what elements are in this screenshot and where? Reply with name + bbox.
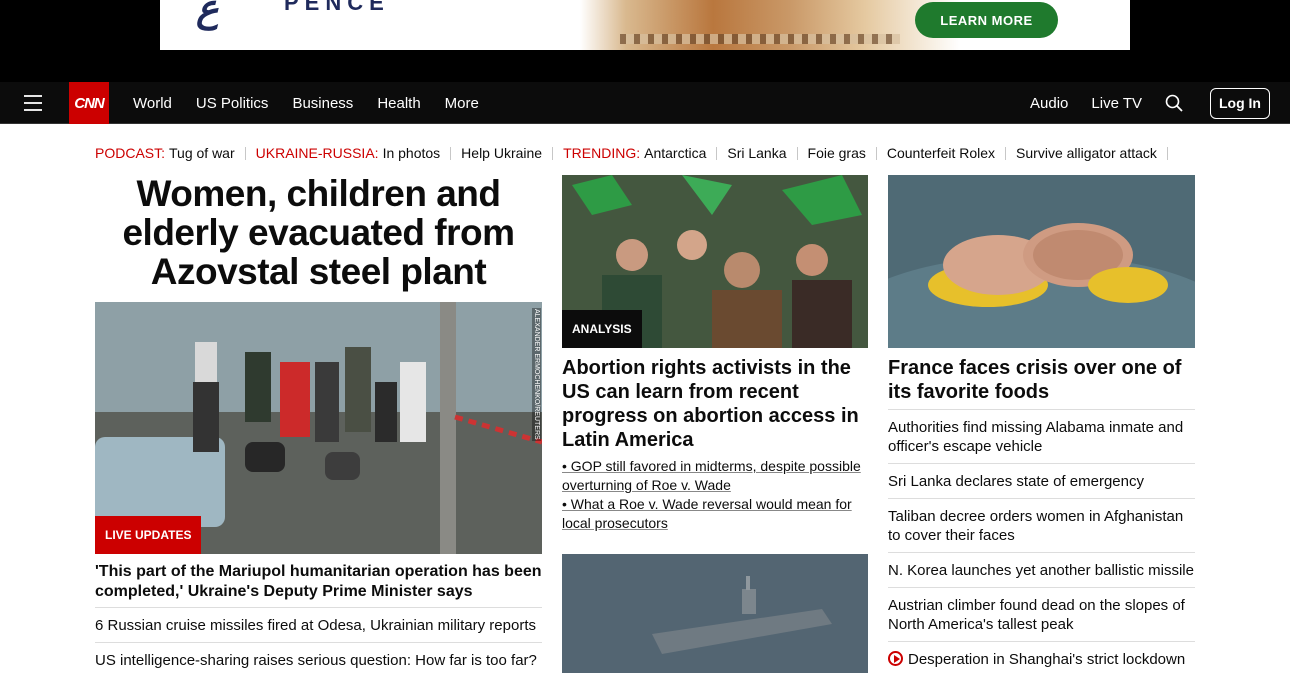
play-icon	[888, 651, 903, 666]
ad-learn-more-button[interactable]: LEARN MORE	[915, 2, 1058, 38]
ad-photo	[580, 0, 960, 50]
trend-label: PODCAST:	[95, 145, 166, 161]
nav-right: Audio Live TV Log In	[1030, 82, 1270, 124]
cnn-logo[interactable]: CNN	[69, 82, 109, 124]
trend-text[interactable]: Foie gras	[808, 145, 866, 161]
list-item[interactable]: Sri Lanka declares state of emergency	[888, 463, 1195, 498]
nav-links: World US Politics Business Health More	[133, 82, 503, 124]
trend-text[interactable]: Help Ukraine	[461, 145, 542, 161]
ad-logo-text: PENCE	[284, 0, 390, 15]
search-icon[interactable]	[1165, 94, 1183, 112]
carrier-photo	[562, 554, 868, 673]
nav-link-us-politics[interactable]: US Politics	[196, 95, 269, 112]
trend-text[interactable]: Counterfeit Rolex	[887, 145, 995, 161]
divider	[796, 146, 798, 160]
headlines-list: Authorities find missing Alabama inmate …	[888, 409, 1195, 673]
list-item[interactable]: 6 Russian cruise missiles fired at Odesa…	[95, 607, 542, 642]
image-credit: ALEXANDER ERMOCHENKO/REUTERS	[532, 308, 541, 441]
divider	[716, 146, 718, 160]
trend-item-podcast[interactable]: PODCAST: Tug of war	[95, 145, 235, 161]
divider	[244, 146, 246, 160]
divider	[450, 146, 452, 160]
video-list-item[interactable]: Desperation in Shanghai's strict lockdow…	[888, 641, 1195, 673]
aircraft-carrier-image[interactable]	[562, 554, 868, 673]
divider	[875, 146, 877, 160]
trend-text[interactable]: In photos	[383, 145, 441, 161]
nav-link-health[interactable]: Health	[377, 95, 420, 112]
trend-item-trending[interactable]: TRENDING: Antarctica	[563, 145, 706, 161]
analysis-badge: ANALYSIS	[562, 310, 642, 348]
top-nav: CNN World US Politics Business Health Mo…	[0, 82, 1290, 124]
live-updates-badge: LIVE UPDATES	[95, 516, 202, 554]
list-item[interactable]: Austrian climber found dead on the slope…	[888, 587, 1195, 641]
nav-link-business[interactable]: Business	[292, 95, 353, 112]
trend-item-counterfeit-rolex[interactable]: Counterfeit Rolex	[887, 145, 995, 161]
trend-label: UKRAINE-RUSSIA:	[255, 145, 379, 161]
nav-link-more[interactable]: More	[445, 95, 479, 112]
divider	[1005, 146, 1007, 160]
menu-icon[interactable]	[24, 95, 42, 111]
ad-banner[interactable]: ع PENCE LEARN MORE	[160, 0, 1130, 50]
related-link[interactable]: • GOP still favored in midterms, despite…	[562, 457, 868, 495]
list-item[interactable]: US intelligence-sharing raises serious q…	[95, 642, 542, 673]
nav-link-live-tv[interactable]: Live TV	[1091, 95, 1142, 112]
trend-item-help-ukraine[interactable]: Help Ukraine	[461, 145, 542, 161]
foie-gras-photo	[888, 175, 1195, 348]
list-item[interactable]: Authorities find missing Alabama inmate …	[888, 409, 1195, 463]
login-button[interactable]: Log In	[1210, 87, 1270, 119]
list-item[interactable]: N. Korea launches yet another ballistic …	[888, 552, 1195, 587]
list-item-label[interactable]: Desperation in Shanghai's strict lockdow…	[908, 651, 1185, 668]
lead-sub-headline[interactable]: 'This part of the Mariupol humanitarian …	[95, 562, 542, 602]
foie-gras-image[interactable]	[888, 175, 1195, 348]
ad-logo-mark: ع	[196, 0, 219, 30]
trend-text[interactable]: Survive alligator attack	[1016, 145, 1157, 161]
trend-item-survive-alligator[interactable]: Survive alligator attack	[1016, 145, 1157, 161]
abortion-headline[interactable]: Abortion rights activists in the US can …	[562, 356, 868, 452]
nav-link-world[interactable]: World	[133, 95, 172, 112]
trend-item-ukraine-russia[interactable]: UKRAINE-RUSSIA: In photos	[256, 145, 441, 161]
trend-item-foie-gras[interactable]: Foie gras	[808, 145, 866, 161]
nav-link-audio[interactable]: Audio	[1030, 95, 1068, 112]
foie-gras-headline[interactable]: France faces crisis over one of its favo…	[888, 356, 1195, 404]
trend-text[interactable]: Tug of war	[169, 145, 235, 161]
ad-banner-strip: ع PENCE LEARN MORE	[0, 0, 1290, 82]
trend-item-sri-lanka[interactable]: Sri Lanka	[727, 145, 786, 161]
trending-bar: PODCAST: Tug of war UKRAINE-RUSSIA: In p…	[95, 144, 1178, 162]
divider	[1166, 146, 1168, 160]
abortion-related-list: • GOP still favored in midterms, despite…	[562, 457, 868, 533]
trend-text[interactable]: Sri Lanka	[727, 145, 786, 161]
lead-headline[interactable]: Women, children and elderly evacuated fr…	[95, 174, 542, 291]
list-item[interactable]: Taliban decree orders women in Afghanist…	[888, 498, 1195, 552]
divider	[552, 146, 554, 160]
lead-related-list: 6 Russian cruise missiles fired at Odesa…	[95, 607, 542, 673]
trend-text[interactable]: Antarctica	[644, 145, 706, 161]
related-link[interactable]: • What a Roe v. Wade reversal would mean…	[562, 495, 868, 533]
trend-label: TRENDING:	[563, 145, 641, 161]
